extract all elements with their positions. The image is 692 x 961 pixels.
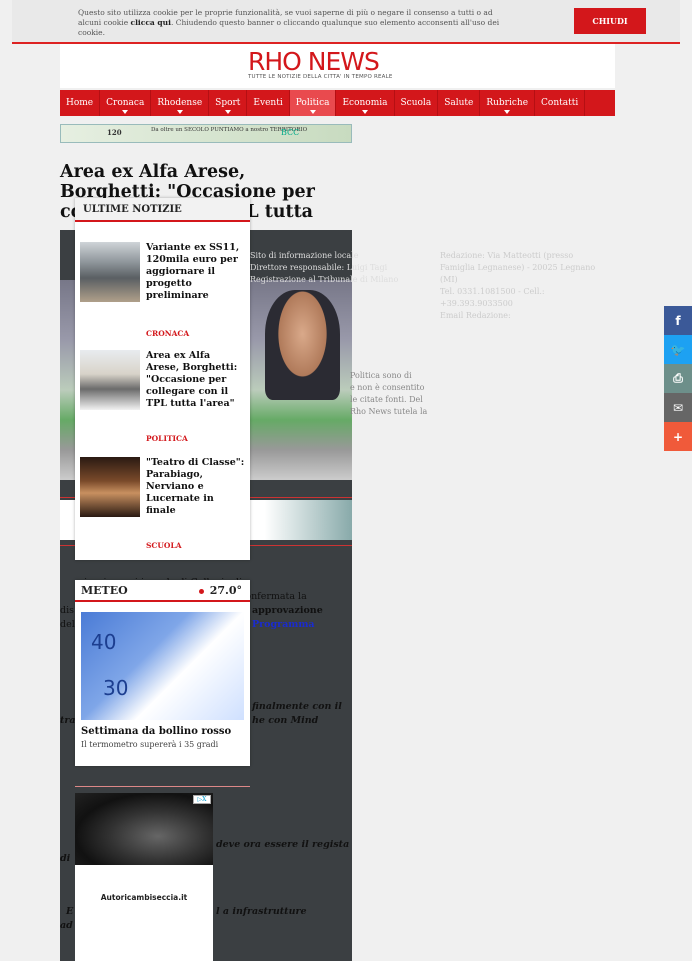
- cookie-more-link[interactable]: clicca qui: [131, 18, 171, 27]
- main-nav: Home Cronaca Rhodense Sport Eventi Politica Ec…: [60, 90, 615, 116]
- nav-label: Rubriche: [486, 98, 529, 108]
- news-item[interactable]: Variante ex SS11, 120mila euro per aggio…: [80, 242, 245, 342]
- body-text: di: [60, 853, 71, 864]
- cookie-banner[interactable]: Questo sito utilizza cookie per le propr…: [12, 0, 680, 44]
- news-title[interactable]: "Teatro di Classe": Parabiago, Nerviano …: [146, 457, 246, 517]
- thermometer-label: 40: [91, 630, 117, 654]
- site-tagline: TUTTE LE NOTIZIE DELLA CITTA' IN TEMPO R…: [248, 74, 393, 80]
- nav-label: Cronaca: [106, 98, 145, 108]
- banner-left-text: 120: [107, 128, 122, 137]
- chevron-down-icon: [224, 110, 231, 114]
- thermometer-label: 30: [103, 676, 129, 700]
- nav-item-scuola[interactable]: Scuola: [395, 90, 439, 116]
- body-text: approvazione: [252, 605, 323, 616]
- chevron-down-icon: [309, 110, 316, 114]
- cookie-text: Questo sito utilizza cookie per le propr…: [78, 8, 500, 37]
- news-category[interactable]: SCUOLA: [146, 541, 182, 550]
- location-pin-icon: [199, 589, 204, 594]
- weather-temperature: 27.0°: [209, 584, 242, 597]
- chevron-down-icon: [176, 110, 183, 114]
- nav-item-eventi[interactable]: Eventi: [247, 90, 290, 116]
- body-text: ad: [60, 920, 73, 931]
- page: Questo sito utilizza cookie per le propr…: [0, 0, 692, 961]
- news-title[interactable]: Variante ex SS11, 120mila euro per aggio…: [146, 242, 246, 302]
- weather-widget: METEO 27.0° 40 30 Settimana da bollino r…: [75, 580, 250, 766]
- nav-item-economia[interactable]: Economia: [336, 90, 395, 116]
- chevron-down-icon: [122, 110, 129, 114]
- news-category[interactable]: CRONACA: [146, 329, 189, 338]
- adchoices-icon[interactable]: ▷X: [193, 795, 211, 804]
- nav-item-salute[interactable]: Salute: [438, 90, 481, 116]
- body-text: dis: [60, 605, 74, 616]
- nav-label: Salute: [444, 98, 474, 108]
- twitter-icon[interactable]: 🐦: [664, 335, 692, 364]
- print-icon[interactable]: ⎙: [664, 364, 692, 393]
- latest-news-widget: ULTIME NOTIZIE Variante ex SS11, 120mila…: [75, 198, 250, 560]
- site-header: RHO NEWS TUTTE LE NOTIZIE DELLA CITTA' I…: [60, 44, 615, 88]
- nav-label: Contatti: [541, 98, 579, 108]
- news-category[interactable]: POLITICA: [146, 434, 188, 443]
- nav-item-rubriche[interactable]: Rubriche: [480, 90, 536, 116]
- chevron-down-icon: [362, 110, 368, 114]
- body-text: l a infrastrutture: [216, 906, 307, 917]
- divider: [75, 786, 250, 787]
- news-title[interactable]: Area ex Alfa Arese, Borghetti: "Occasion…: [146, 350, 246, 410]
- nav-label: Economia: [342, 98, 388, 108]
- programma-link[interactable]: Programma: [252, 618, 315, 632]
- share-plus-icon[interactable]: +: [664, 422, 692, 451]
- news-thumbnail[interactable]: [80, 350, 140, 410]
- facebook-icon[interactable]: f: [664, 306, 692, 335]
- body-text: finalmente con il: [252, 701, 342, 712]
- widget-title: ULTIME NOTIZIE: [75, 198, 250, 222]
- chevron-down-icon: [504, 110, 511, 114]
- news-item[interactable]: "Teatro di Classe": Parabiago, Nerviano …: [80, 457, 245, 557]
- nav-label: Eventi: [253, 98, 283, 108]
- banner-brand: BCC: [281, 128, 300, 137]
- email-icon[interactable]: ✉: [664, 393, 692, 422]
- nav-item-home[interactable]: Home: [60, 90, 101, 116]
- ad-label[interactable]: Autoricambiseccia.it: [75, 893, 213, 902]
- nav-item-sport[interactable]: Sport: [209, 90, 248, 116]
- nav-label: Home: [66, 98, 94, 108]
- body-text: del: [60, 619, 75, 630]
- news-thumbnail[interactable]: [80, 457, 140, 517]
- nav-item-rhodense[interactable]: Rhodense: [151, 90, 210, 116]
- body-text: deve ora essere il regista: [216, 839, 350, 850]
- nav-item-contatti[interactable]: Contatti: [535, 90, 586, 116]
- bcc-ad-banner[interactable]: 120 Da oltre un SECOLO PUNTIAMO a nostro…: [60, 124, 352, 143]
- site-logo[interactable]: RHO NEWS: [248, 47, 380, 76]
- news-item[interactable]: Area ex Alfa Arese, Borghetti: "Occasion…: [80, 350, 245, 450]
- footer-col-2: Redazione: Via Matteotti (presso Famigli…: [440, 251, 596, 320]
- weather-card-subtitle: Il termometro supererà i 35 gradi: [81, 740, 219, 749]
- weather-photo[interactable]: [81, 612, 244, 720]
- nav-item-politica[interactable]: Politica: [289, 90, 337, 116]
- nav-label: Rhodense: [157, 98, 203, 108]
- nav-item-cronaca[interactable]: Cronaca: [100, 90, 152, 116]
- footer-col-1: Sito di informazione locale Direttore re…: [250, 251, 428, 416]
- cookie-close-button[interactable]: CHIUDI: [574, 8, 646, 34]
- advertisement[interactable]: ▷X Autoricambiseccia.it: [75, 793, 213, 961]
- nav-label: Politica: [295, 98, 330, 108]
- weather-card-title[interactable]: Settimana da bollino rosso: [81, 726, 231, 737]
- nav-label: Sport: [215, 98, 241, 108]
- body-text: tra: [60, 715, 76, 726]
- body-text: E: [66, 906, 74, 917]
- body-text: he con Mind: [252, 715, 319, 726]
- news-thumbnail[interactable]: [80, 242, 140, 302]
- nav-label: Scuola: [400, 98, 432, 108]
